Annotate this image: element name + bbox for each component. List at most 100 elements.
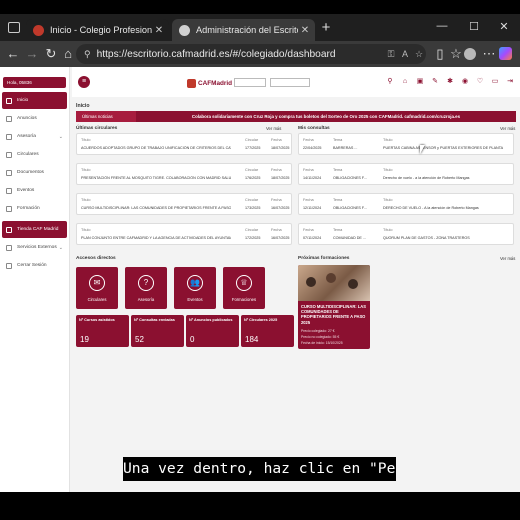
inicio-icon [6,97,12,104]
sidebar-item-asesoria[interactable]: Asesoría ⌄ [2,128,67,145]
sidebar-item-label: Formación [17,206,40,211]
consultas-ver-mas-link[interactable]: Ver más [500,126,515,131]
close-window-button[interactable]: ✕ [494,20,514,33]
stat-card: Nº Cursos asistidos 19 [76,315,129,347]
shortcut-eventos-button[interactable]: 👥 Eventos [174,267,216,309]
news-banner[interactable]: Últimas noticias Colabora solidariamente… [76,111,516,122]
consultas-title: Mis consultas [298,126,330,131]
asesoria-icon [6,133,12,140]
sidebar-item-formacion[interactable]: Formación [2,200,67,217]
sidebar-item-circulares[interactable]: Circulares [2,146,67,163]
screen-icon[interactable]: ▭ [490,77,500,87]
stat-label: Nº Anuncios publicados [189,318,233,322]
consulta-card[interactable]: Fecha 22/04/2025 Tema BARRERAS ... Título PUE… [298,133,514,155]
home-icon[interactable]: ⌂ [400,77,410,87]
maximize-button[interactable]: ☐ [464,20,484,33]
breadcrumb: Inicio [76,103,90,109]
page-content: Hola, 05836 Inicio Anuncios Asesoría ⌄ Circu… [0,67,520,492]
news-text[interactable]: Colabora solidariamente con Cruz Roja y … [136,114,516,119]
circular-card[interactable]: Título ACUERDOS ADOPTADOS GRUPO DE TRABAJ… [76,133,292,155]
course-start-date: Fecha de inicio: 15/10/2025 [301,341,343,345]
formaciones-ver-mas-link[interactable]: Ver más [500,256,515,261]
sidebar-item-eventos[interactable]: Eventos [2,182,67,199]
sidebar-item-documentos[interactable]: Documentos [2,164,67,181]
tienda-caf-madrid-icon [6,226,12,233]
question-icon: ? [138,275,154,291]
logo-text: CAFMadrid [198,79,233,87]
site-info-icon[interactable]: ⚲ [84,49,91,60]
forward-button[interactable]: → [24,46,40,62]
consulta-tema: COMUNIDAD DE ... [333,236,366,240]
circulares-ver-mas-link[interactable]: Ver más [266,126,281,131]
minimize-button[interactable]: — [432,20,452,32]
split-screen-icon[interactable]: ▯ [432,46,448,62]
sidebar-item-tienda-caf-madrid[interactable]: Tienda CAF Madrid [2,221,67,238]
tab-strip: Inicio - Colegio Profesional de Ad ✕ Adm… [0,14,520,41]
column-header: Fecha [271,228,282,232]
consulta-card[interactable]: Fecha 12/11/2024 Tema OBLIGACIONES F... Títu… [298,193,514,215]
back-button[interactable]: ← [5,46,21,62]
consulta-card[interactable]: Fecha 14/11/2024 Tema OBLIGACIONES F... Títu… [298,163,514,185]
read-aloud-icon[interactable]: A [398,49,412,59]
sidebar-item-anuncios[interactable]: Anuncios [2,110,67,127]
copilot-icon[interactable] [499,47,512,60]
column-header: Título [383,168,393,172]
column-header: Título [81,138,91,142]
circular-card[interactable]: Título PRESENTACIÓN FRENTE AL MOSQUITO TI… [76,163,292,185]
shortcut-circulares-button[interactable]: ✉ Circulares [76,267,118,309]
shortcut-label: Asesoría [137,297,155,302]
column-header: Tema [333,228,343,232]
column-header: Circular [245,228,259,232]
menu-toggle-button[interactable]: ≡ [78,76,90,88]
sidebar-item-label: Asesoría [17,134,36,139]
course-price-nonmember: Precio no colegiado: 55 € [301,335,340,339]
more-menu-icon[interactable]: ⋯ [481,46,497,62]
favorites-icon[interactable]: ☆ [448,46,464,62]
key-icon[interactable]: ⚿ [384,49,398,60]
chevron-down-icon[interactable]: ⌄ [59,245,63,251]
circular-fecha: 16/07/2025 [271,236,290,240]
chevron-down-icon[interactable]: ⌄ [59,134,63,140]
settings-icon[interactable]: ✱ [445,77,455,87]
formacion-icon [6,205,12,212]
sidebar-item-inicio[interactable]: Inicio [2,92,67,109]
consulta-card[interactable]: Fecha 07/11/2024 Tema COMUNIDAD DE ... Títul… [298,223,514,245]
workspaces-icon[interactable] [8,22,20,33]
sidebar: Hola, 05836 Inicio Anuncios Asesoría ⌄ Circu… [0,67,70,492]
consulta-titulo: PUERTAS CABINA ASCENSOR y PUERTAS EXTERI… [383,146,504,150]
stat-card: Nº Consultas enviadas 52 [131,315,184,347]
search-icon[interactable]: ⚲ [385,77,395,87]
course-photo [298,265,370,301]
tools-icon[interactable]: ✎ [430,77,440,87]
shortcut-formaciones-button[interactable]: ♕ Formaciones [223,267,265,309]
circular-card[interactable]: Título CURSO MULTIDISCIPLINAR: LAS COMUNI… [76,193,292,215]
sidebar-item-label: Servicios Externos [17,245,57,250]
course-card[interactable]: CURSO MULTIDISCIPLINAR: LAS COMUNIDADES … [298,265,370,349]
reload-button[interactable]: ↻ [43,46,59,62]
main-area: ≡ CAFMadrid ⚲ ⌂ ▣ ✎ ✱ ◉ ♡ ▭ ⇥ Inicio Últ [72,67,520,492]
home-button[interactable]: ⌂ [60,46,76,62]
shortcut-asesoria-button[interactable]: ? Asesoría [125,267,167,309]
column-header: Título [383,228,393,232]
favorite-star-icon[interactable]: ☆ [412,49,426,60]
address-bar[interactable]: ⚲ https://escritorio.cafmadrid.es/#/cole… [76,44,426,64]
tab-inicio[interactable]: Inicio - Colegio Profesional de Ad ✕ [26,19,169,41]
circular-titulo: PRESENTACIÓN FRENTE AL MOSQUITO TIGRE. C… [81,176,231,180]
documentos-icon [6,169,12,176]
profile-avatar[interactable] [464,48,476,60]
circular-card[interactable]: Título PLAN CONJUNTO ENTRE CAFMADRID Y LA… [76,223,292,245]
tab-escritorio[interactable]: Administración del Escritorio CAF ✕ [172,19,315,41]
sidebar-item-cerrar-sesion[interactable]: Cerrar Sesión [2,257,67,274]
caf-logo[interactable]: CAFMadrid [187,78,232,88]
logout-icon[interactable]: ⇥ [505,77,515,87]
stat-label: Nº Consultas enviadas [134,318,175,322]
profile-icon[interactable]: ◉ [460,77,470,87]
url-text[interactable]: https://escritorio.cafmadrid.es/#/colegi… [97,49,384,60]
video-frame: Inicio - Colegio Profesional de Ad ✕ Adm… [0,0,520,520]
shopping-bag-icon[interactable]: ▣ [415,77,425,87]
new-tab-button[interactable]: + [318,19,334,37]
notifications-icon[interactable]: ♡ [475,77,485,87]
sidebar-item-servicios-externos[interactable]: Servicios Externos ⌄ [2,239,67,256]
close-tab-icon[interactable]: ✕ [152,25,166,36]
close-tab-icon[interactable]: ✕ [298,25,312,36]
